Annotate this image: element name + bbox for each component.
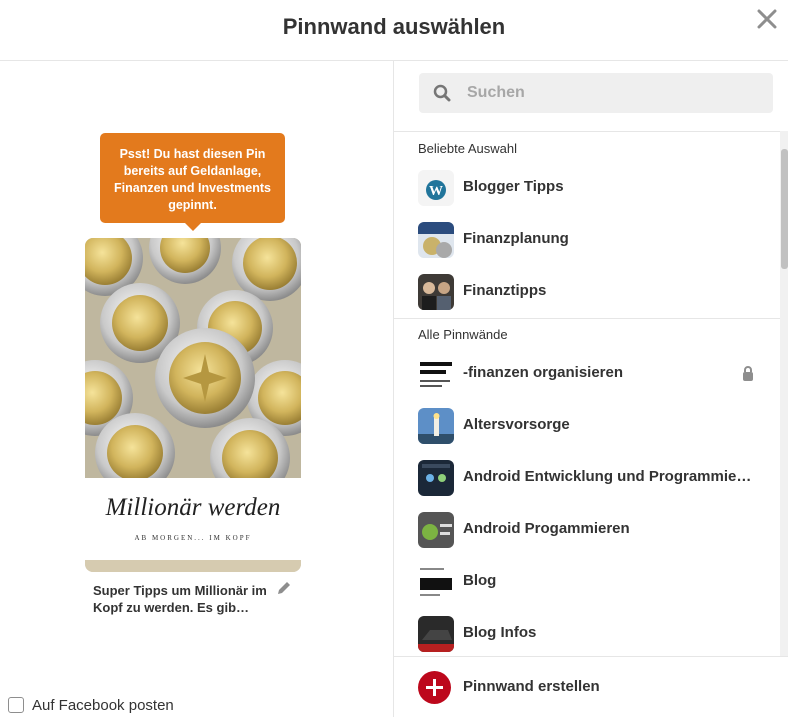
board-item-finanzplanung[interactable]: Finanzplanung [394,214,780,266]
board-item-altersvorsorge[interactable]: Altersvorsorge [394,400,780,452]
search-input[interactable] [467,73,757,113]
close-icon[interactable] [756,8,778,30]
pin-image-title: Millionär werden [105,494,281,521]
board-thumbnail [418,512,454,548]
pin-image: Millionär werden AB MORGEN... IM KOPF [85,238,301,572]
board-name: Finanzplanung [463,230,569,247]
board-list-scrollbar[interactable] [780,131,788,656]
board-name: Android Entwicklung und Programmie… [463,468,752,485]
facebook-share-option[interactable]: Auf Facebook posten [8,695,174,715]
scrollbar-thumb[interactable] [781,149,788,269]
already-pinned-notice: Psst! Du hast diesen Pin bereits auf Gel… [100,133,285,231]
board-thumbnail: W [418,170,454,206]
board-name: Android Progammieren [463,520,630,537]
board-thumbnail [418,408,454,444]
board-name: Altersvorsorge [463,416,570,433]
facebook-label: Auf Facebook posten [32,696,174,714]
pin-description: Super Tipps um Millionär im Kopf zu werd… [93,583,267,615]
pencil-icon[interactable] [276,580,292,596]
board-item-android-progammieren[interactable]: Android Progammieren [394,504,780,556]
search-icon [433,84,451,102]
board-item-finanzen-organisieren[interactable]: -finanzen organisieren [394,348,780,400]
board-thumbnail [418,356,454,392]
dialog-title: Pinnwand auswählen [282,14,506,39]
board-picker-pane: Beliebte Auswahl W Blogger Tipps [393,61,788,717]
pin-image-subtitle: AB MORGEN... IM KOPF [134,534,251,542]
svg-text:W: W [429,184,443,199]
board-name: Finanztipps [463,282,547,299]
facebook-checkbox[interactable] [8,697,24,713]
lock-icon [743,366,753,381]
dialog-header: Pinnwand auswählen [0,0,788,61]
create-board-button[interactable]: Pinnwand erstellen [394,656,788,717]
board-thumbnail [418,274,454,310]
board-name: Blogger Tipps [463,178,564,195]
board-list: Beliebte Auswahl W Blogger Tipps Finanzp… [394,131,780,656]
board-item-blogger-tipps[interactable]: W Blogger Tipps [394,162,780,214]
section-divider [394,318,780,319]
pin-preview-pane: Psst! Du hast diesen Pin bereits auf Gel… [0,61,393,717]
board-thumbnail [418,616,454,652]
board-item-blog-infos[interactable]: Blog Infos [394,608,780,656]
search-box[interactable] [419,73,773,113]
create-board-label: Pinnwand erstellen [463,678,600,695]
board-name: Blog Infos [463,624,537,641]
board-item-finanztipps[interactable]: Finanztipps [394,266,780,318]
board-name: -finanzen organisieren [463,364,624,381]
board-thumbnail [418,564,454,600]
board-item-android-entwicklung[interactable]: Android Entwicklung und Programmie… [394,452,780,504]
board-name: Blog [463,572,497,589]
coins-illustration: Millionär werden AB MORGEN... IM KOPF [85,238,301,572]
board-thumbnail [418,460,454,496]
section-label-all: Alle Pinnwände [418,327,508,342]
board-thumbnail [418,222,454,258]
section-label-popular: Beliebte Auswahl [418,141,518,156]
plus-icon [418,671,451,704]
board-item-blog[interactable]: Blog [394,556,780,608]
